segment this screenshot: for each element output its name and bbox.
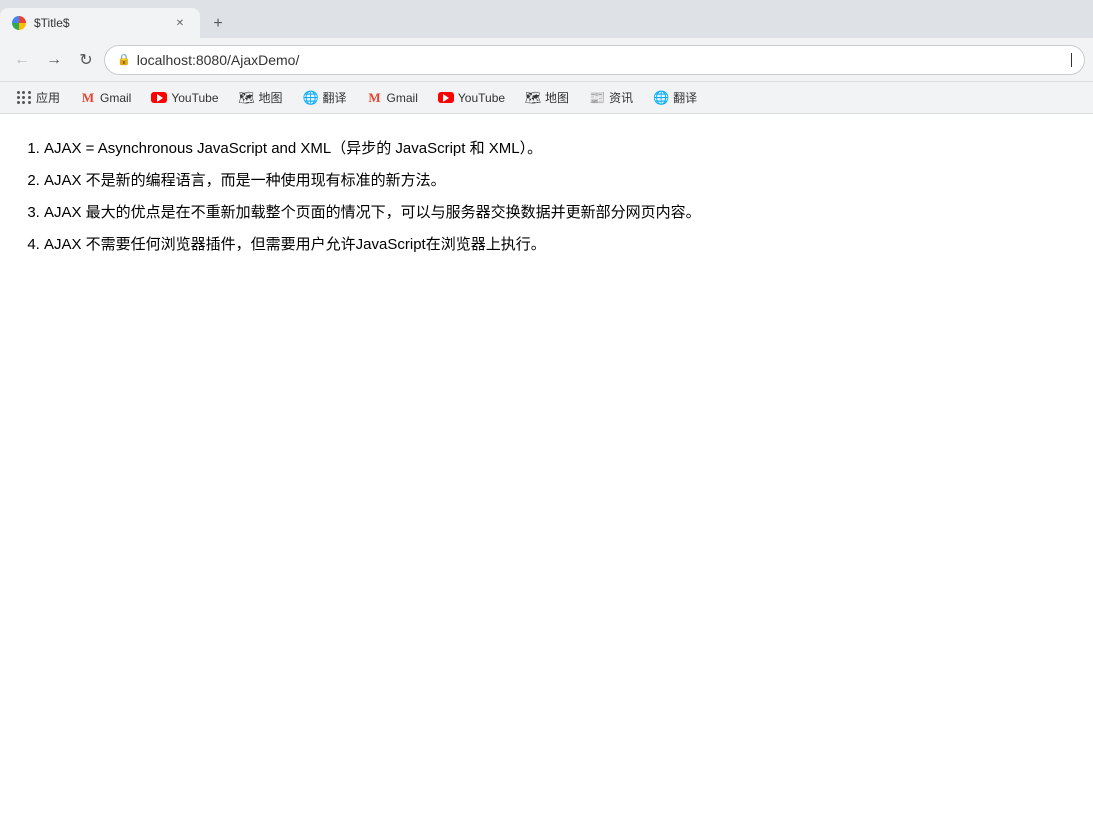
gmail-icon-2: M bbox=[367, 90, 383, 106]
bookmark-apps-label: 应用 bbox=[36, 89, 60, 106]
browser-tab[interactable]: $Title$ ✕ bbox=[0, 8, 200, 38]
bookmarks-bar: 应用 M Gmail YouTube 🗺 地图 🌐 翻译 bbox=[0, 82, 1093, 114]
bookmark-news-label: 资讯 bbox=[609, 89, 633, 106]
bookmark-gmail1[interactable]: M Gmail bbox=[72, 87, 139, 109]
list-item: AJAX 不是新的编程语言，而是一种使用现有标准的新方法。 bbox=[44, 166, 1073, 196]
reload-button[interactable]: ↻ bbox=[72, 46, 100, 74]
toolbar: ← → ↻ 🔒 localhost:8080/AjaxDemo/ bbox=[0, 38, 1093, 82]
maps-icon-1: 🗺 bbox=[239, 90, 255, 106]
forward-button[interactable]: → bbox=[40, 46, 68, 74]
bookmark-translate2[interactable]: 🌐 翻译 bbox=[645, 86, 705, 109]
bookmark-translate1[interactable]: 🌐 翻译 bbox=[295, 86, 355, 109]
new-tab-button[interactable]: + bbox=[204, 10, 232, 38]
maps-icon-2: 🗺 bbox=[525, 90, 541, 106]
translate-icon-2: 🌐 bbox=[653, 90, 669, 106]
bookmark-youtube2[interactable]: YouTube bbox=[430, 87, 513, 109]
youtube-icon-2 bbox=[438, 90, 454, 106]
bookmark-maps1-label: 地图 bbox=[259, 89, 283, 106]
bookmark-maps2-label: 地图 bbox=[545, 89, 569, 106]
bookmark-maps2[interactable]: 🗺 地图 bbox=[517, 86, 577, 109]
back-icon: ← bbox=[14, 51, 30, 69]
bookmark-gmail1-label: Gmail bbox=[100, 91, 131, 105]
reload-icon: ↻ bbox=[79, 50, 92, 70]
back-button[interactable]: ← bbox=[8, 46, 36, 74]
forward-icon: → bbox=[46, 51, 62, 69]
bookmark-youtube1-label: YouTube bbox=[171, 91, 218, 105]
bookmark-news[interactable]: 📰 资讯 bbox=[581, 86, 641, 109]
bookmark-gmail2[interactable]: M Gmail bbox=[359, 87, 426, 109]
tab-favicon bbox=[12, 16, 26, 30]
content-list: AJAX = Asynchronous JavaScript and XML（异… bbox=[20, 134, 1073, 260]
page-content: AJAX = Asynchronous JavaScript and XML（异… bbox=[0, 114, 1093, 838]
address-bar[interactable]: 🔒 localhost:8080/AjaxDemo/ bbox=[104, 45, 1085, 75]
lock-icon: 🔒 bbox=[117, 53, 131, 66]
bookmark-youtube1[interactable]: YouTube bbox=[143, 87, 226, 109]
bookmark-youtube2-label: YouTube bbox=[458, 91, 505, 105]
bookmark-translate1-label: 翻译 bbox=[323, 89, 347, 106]
list-item: AJAX 不需要任何浏览器插件，但需要用户允许JavaScript在浏览器上执行… bbox=[44, 230, 1073, 260]
browser-frame: $Title$ ✕ + ← → ↻ 🔒 localhost:8080/AjaxD… bbox=[0, 0, 1093, 838]
tab-title: $Title$ bbox=[34, 16, 164, 30]
translate-icon-1: 🌐 bbox=[303, 90, 319, 106]
bookmark-translate2-label: 翻译 bbox=[673, 89, 697, 106]
bookmark-gmail2-label: Gmail bbox=[387, 91, 418, 105]
youtube-icon-1 bbox=[151, 90, 167, 106]
list-item: AJAX 最大的优点是在不重新加载整个页面的情况下，可以与服务器交换数据并更新部… bbox=[44, 198, 1073, 228]
text-cursor bbox=[1071, 53, 1072, 67]
bookmark-maps1[interactable]: 🗺 地图 bbox=[231, 86, 291, 109]
bookmark-apps[interactable]: 应用 bbox=[8, 86, 68, 109]
list-item: AJAX = Asynchronous JavaScript and XML（异… bbox=[44, 134, 1073, 164]
tab-close-button[interactable]: ✕ bbox=[172, 15, 188, 31]
url-display: localhost:8080/AjaxDemo/ bbox=[137, 52, 1063, 68]
news-icon: 📰 bbox=[589, 90, 605, 106]
gmail-icon-1: M bbox=[80, 90, 96, 106]
tab-bar: $Title$ ✕ + bbox=[0, 0, 1093, 38]
apps-icon bbox=[16, 90, 32, 106]
